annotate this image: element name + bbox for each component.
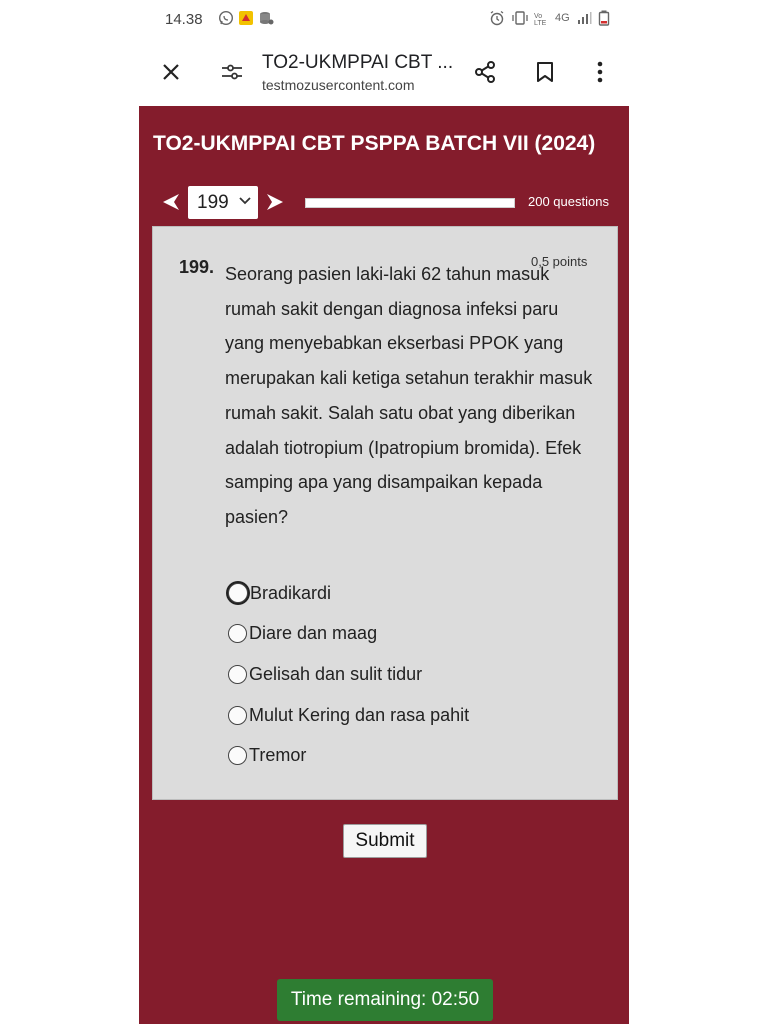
question-nav: 199 200 questions xyxy=(139,186,629,220)
page-title[interactable]: TO2-UKMPPAI CBT ... xyxy=(262,52,453,74)
radio-button[interactable] xyxy=(228,624,247,644)
database-app-icon xyxy=(258,10,274,26)
quiz-page: TO2-UKMPPAI CBT PSPPA BATCH VII (2024) 1… xyxy=(139,106,629,1024)
battery-icon xyxy=(598,10,614,26)
whatsapp-icon xyxy=(218,10,234,26)
option-mulut-kering[interactable]: Mulut Kering dan rasa pahit xyxy=(228,695,608,736)
signal-icon xyxy=(576,10,592,26)
next-question-button[interactable] xyxy=(263,190,287,214)
more-menu-button[interactable] xyxy=(582,54,618,90)
bookmark-icon xyxy=(537,62,553,82)
status-time: 14.38 xyxy=(165,11,203,28)
answer-options: Bradikardi Diare dan maag Gelisah dan su… xyxy=(228,573,608,776)
radio-button[interactable] xyxy=(228,583,248,604)
question-select[interactable]: 199 xyxy=(188,186,258,219)
progress-bar xyxy=(305,198,515,208)
volte-icon: Vo LTE xyxy=(533,10,549,27)
arrow-right-icon xyxy=(267,194,283,210)
site-settings-button[interactable] xyxy=(214,54,250,90)
question-text: Seorang pasien laki-laki 62 tahun masuk … xyxy=(225,264,593,527)
vibrate-icon xyxy=(511,10,528,26)
close-icon xyxy=(163,64,179,80)
radio-button[interactable] xyxy=(228,705,247,725)
progress-fill xyxy=(306,199,513,207)
submit-button[interactable]: Submit xyxy=(343,824,427,858)
question-select-value: 199 xyxy=(197,191,229,213)
browser-toolbar: TO2-UKMPPAI CBT ... testmozusercontent.c… xyxy=(0,40,768,106)
share-button[interactable] xyxy=(467,54,503,90)
radio-button[interactable] xyxy=(228,746,247,766)
status-bar: 14.38 Vo LTE 4G xyxy=(0,0,768,40)
option-label: Tremor xyxy=(249,745,307,766)
question-count: 200 questions xyxy=(528,194,609,209)
time-remaining-badge: Time remaining: 02:50 xyxy=(277,979,493,1021)
prev-question-button[interactable] xyxy=(159,190,183,214)
quiz-title: TO2-UKMPPAI CBT PSPPA BATCH VII (2024) xyxy=(153,132,596,155)
question-number: 199. xyxy=(179,257,215,277)
4g-icon: 4G xyxy=(555,12,570,24)
question-card: 199. 0,5 points Seorang pasien laki-laki… xyxy=(152,226,618,800)
option-label: Diare dan maag xyxy=(249,623,378,644)
chevron-down-icon xyxy=(239,197,251,205)
bookmark-button[interactable] xyxy=(527,54,563,90)
svg-text:Vo: Vo xyxy=(534,13,542,20)
url-text[interactable]: testmozusercontent.com xyxy=(262,77,415,93)
option-diare-dan-maag[interactable]: Diare dan maag xyxy=(228,614,608,655)
option-label: Bradikardi xyxy=(250,582,332,603)
option-label: Gelisah dan sulit tidur xyxy=(249,663,423,684)
share-icon xyxy=(475,61,495,83)
radio-button[interactable] xyxy=(228,664,247,684)
arrow-left-icon xyxy=(163,194,179,210)
alarm-icon xyxy=(489,10,505,26)
option-tremor[interactable]: Tremor xyxy=(228,735,608,776)
more-vertical-icon xyxy=(597,61,603,83)
option-bradikardi[interactable]: Bradikardi xyxy=(228,573,608,614)
tune-icon xyxy=(222,64,242,80)
option-label: Mulut Kering dan rasa pahit xyxy=(249,704,470,725)
close-button[interactable] xyxy=(153,54,189,90)
notification-app-icon xyxy=(238,10,254,26)
option-gelisah-dan-sulit-tidur[interactable]: Gelisah dan sulit tidur xyxy=(228,654,608,695)
svg-text:LTE: LTE xyxy=(534,20,547,26)
